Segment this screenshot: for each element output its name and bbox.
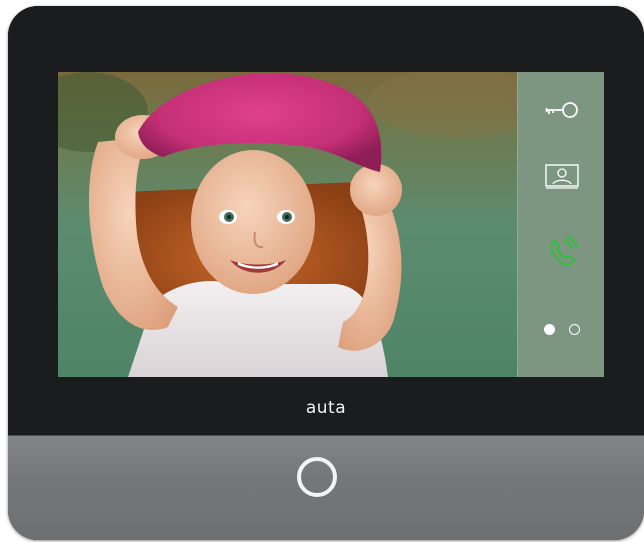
brand-logo: auta [305,398,347,418]
page-dot-1[interactable] [543,324,555,335]
camera-feed [58,72,517,377]
home-button[interactable] [297,457,337,497]
call-action-sidebar [517,72,604,377]
intercom-screen [58,72,604,377]
answer-call-button[interactable] [518,227,604,277]
visitor-camera-button[interactable] [518,152,604,202]
visitor-portrait-icon [544,164,579,189]
phone-call-icon [549,235,578,266]
key-icon [545,102,578,118]
page-indicator [518,324,604,335]
page-dot-2[interactable] [568,324,580,335]
unlock-door-button[interactable] [518,85,604,135]
